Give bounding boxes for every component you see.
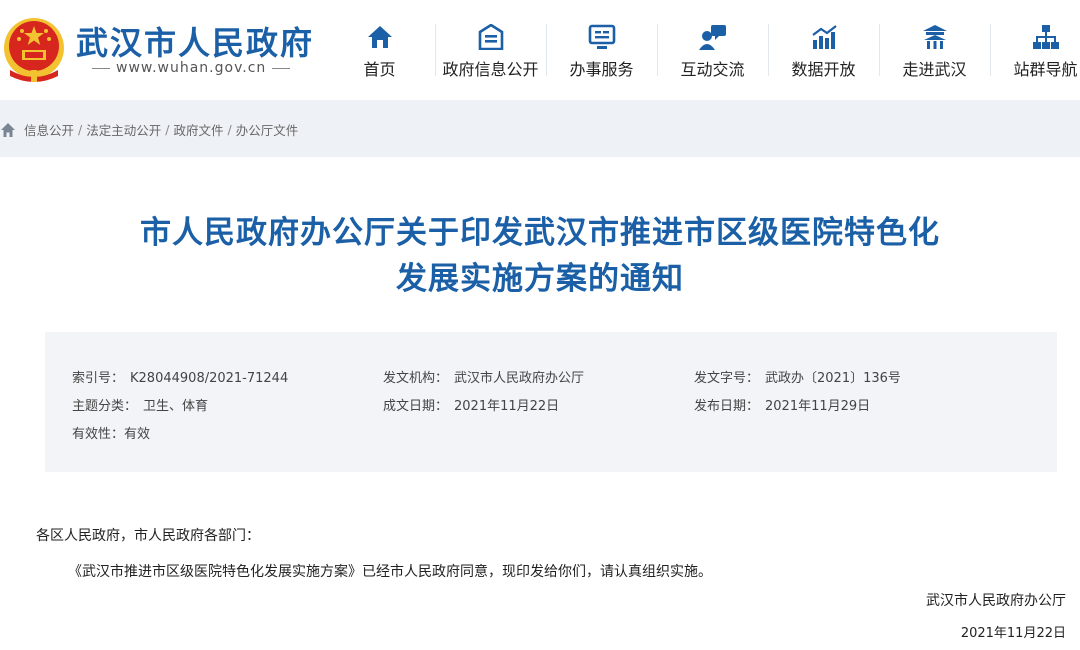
breadcrumb-item-statutory[interactable]: 法定主动公开 [86,120,161,139]
national-emblem-icon [4,18,64,82]
site-header: 武汉市人民政府 www.wuhan.gov.cn 首页 政府信息公开 办事服务 … [0,0,1080,100]
meta-column-3: 发文字号： 武政办〔2021〕136号 发布日期： 2021年11月29日 [694,372,901,428]
nav-label: 数据开放 [791,60,856,79]
meta-doc-number: 发文字号： 武政办〔2021〕136号 [694,371,901,386]
site-name[interactable]: 武汉市人民政府 [76,18,314,64]
meta-written-date: 成文日期： 2021年11月22日 [383,399,560,414]
meta-topic: 主题分类： 卫生、体育 [72,399,209,414]
signature-date: 2021年11月22日 [960,626,1066,641]
breadcrumb-item-office-docs[interactable]: 办公厅文件 [236,120,299,139]
chat-user-icon [698,25,726,50]
nav-label: 走进武汉 [902,60,967,79]
body-paragraph: 《武汉市推进市区级医院特色化发展实施方案》已经市人民政府同意，现印发给你们，请认… [68,564,712,580]
page-title: 市人民政府办公厅关于印发武汉市推进市区级医院特色化 发展实施方案的通知 [40,210,1040,302]
breadcrumb-bar: 信息公开 / 法定主动公开 / 政府文件 / 办公厅文件 [0,100,1080,157]
main-nav: 首页 政府信息公开 办事服务 互动交流 数据开放 走进武汉 站群导航 [324,18,1080,88]
monitor-icon [588,24,615,49]
pavilion-icon [922,25,947,49]
breadcrumb: 信息公开 / 法定主动公开 / 政府文件 / 办公厅文件 [0,120,298,139]
nav-item-site-navigation[interactable]: 站群导航 [990,18,1080,80]
nav-label: 政府信息公开 [442,60,539,79]
nav-label: 首页 [363,60,396,79]
nav-item-home[interactable]: 首页 [324,18,435,80]
home-icon [367,26,392,48]
sitemap-icon [1032,25,1059,49]
meta-column-1: 索引号： K28044908/2021-71244 主题分类： 卫生、体育 有效性：… [72,372,288,456]
site-url: www.wuhan.gov.cn [86,60,296,76]
page-title-line-2: 发展实施方案的通知 [396,261,684,297]
meta-publish-date: 发布日期： 2021年11月29日 [694,399,871,414]
signature: 武汉市人民政府办公厅 [926,593,1066,609]
chart-icon [811,25,837,49]
nav-label: 办事服务 [569,60,634,79]
nav-label: 互动交流 [680,60,745,79]
breadcrumb-item-gov-docs[interactable]: 政府文件 [173,120,223,139]
breadcrumb-separator: / [165,122,170,137]
salutation: 各区人民政府，市人民政府各部门： [36,528,260,544]
nav-item-info-disclosure[interactable]: 政府信息公开 [435,18,546,80]
meta-issuer: 发文机构： 武汉市人民政府办公厅 [383,371,585,386]
document-icon [478,24,503,50]
meta-index: 索引号： K28044908/2021-71244 [72,371,289,386]
nav-item-open-data[interactable]: 数据开放 [768,18,879,80]
nav-item-about-wuhan[interactable]: 走进武汉 [879,18,990,80]
breadcrumb-separator: / [78,122,83,137]
nav-label: 站群导航 [1013,60,1078,79]
site-url-text: www.wuhan.gov.cn [116,60,267,76]
meta-column-2: 发文机构： 武汉市人民政府办公厅 成文日期： 2021年11月22日 [383,372,584,428]
breadcrumb-item-info-disclosure[interactable]: 信息公开 [24,120,74,139]
breadcrumb-separator: / [227,122,232,137]
nav-item-interaction[interactable]: 互动交流 [657,18,768,80]
meta-validity: 有效性：有效 [72,427,151,442]
document-meta-panel: 索引号： K28044908/2021-71244 主题分类： 卫生、体育 有效性：… [45,332,1057,472]
document-body: 各区人民政府，市人民政府各部门： 《武汉市推进市区级医院特色化发展实施方案》已经… [36,525,1066,581]
nav-item-services[interactable]: 办事服务 [546,18,657,80]
home-icon[interactable] [0,122,16,138]
page-title-line-1: 市人民政府办公厅关于印发武汉市推进市区级医院特色化 [140,215,940,251]
